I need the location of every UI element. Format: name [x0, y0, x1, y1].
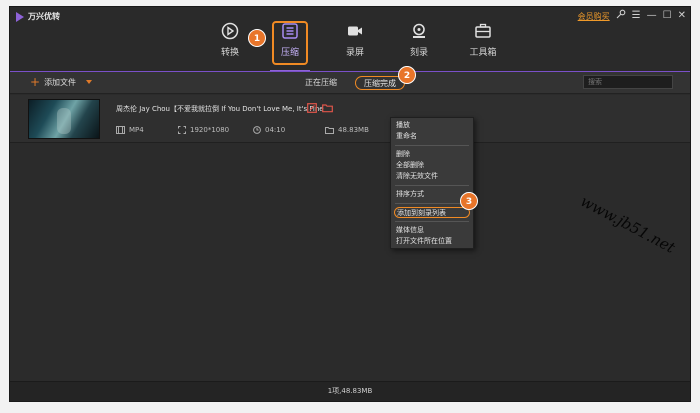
context-menu: 播放 重命名 删除 全部删除 清除无效文件 排序方式 添加到刻录列表 媒体信息 …	[390, 117, 474, 249]
menu-item-add-to-burn-list[interactable]: 添加到刻录列表	[394, 207, 470, 218]
folder-icon[interactable]	[322, 103, 333, 116]
file-format-value: MP4	[129, 126, 144, 134]
status-summary: 1项,48.83MB	[327, 387, 373, 395]
file-format: MP4	[116, 126, 144, 134]
menu-item-delete-all[interactable]: 全部删除	[391, 160, 473, 171]
chevron-down-icon[interactable]	[86, 80, 93, 84]
status-bar: 1项,48.83MB	[10, 381, 690, 401]
film-icon	[116, 126, 125, 134]
file-duration-value: 04:10	[265, 126, 286, 134]
step-badge-3: 3	[460, 192, 478, 210]
file-resolution: 1920*1080	[178, 126, 229, 134]
record-icon	[346, 21, 364, 41]
main-nav: 转换 压缩 录屏 刻录 工具箱	[10, 7, 690, 72]
title-bar: 万兴优转 会员购买 ☰ — ☐ ✕ 转换 压缩 录屏 刻录 工具箱	[10, 7, 690, 72]
burn-icon	[410, 21, 428, 41]
tab-compressed[interactable]: 压缩完成	[355, 76, 405, 90]
toolbox-icon	[474, 21, 492, 41]
menu-item-clear-invalid[interactable]: 清除无效文件	[391, 171, 473, 182]
nav-toolbox-label: 工具箱	[469, 48, 497, 58]
menu-item-media-info[interactable]: 媒体信息	[391, 225, 473, 236]
toolbar: + 添加文件 正在压缩 压缩完成	[10, 72, 690, 94]
convert-icon	[221, 21, 239, 41]
nav-convert-label: 转换	[220, 48, 239, 58]
step-badge-2: 2	[398, 66, 416, 84]
nav-toolbox[interactable]: 工具箱	[458, 21, 508, 61]
nav-record-label: 录屏	[345, 48, 364, 58]
clock-icon	[253, 126, 261, 134]
menu-item-rename[interactable]: 重命名	[391, 131, 473, 142]
plus-icon: +	[30, 75, 41, 89]
file-size-value: 48.83MB	[338, 126, 369, 134]
file-row[interactable]: 周杰伦 Jay Chou【不爱我就拉倒 If You Don't Love Me…	[10, 95, 690, 143]
file-size: 48.83MB	[325, 126, 369, 134]
file-resolution-value: 1920*1080	[190, 126, 230, 134]
nav-record[interactable]: 录屏	[330, 21, 380, 61]
menu-separator	[395, 185, 469, 186]
menu-item-play[interactable]: 播放	[391, 120, 473, 131]
resolution-icon	[178, 126, 186, 134]
file-duration: 04:10	[253, 126, 285, 134]
nav-burn-label: 刻录	[409, 48, 428, 58]
nav-burn[interactable]: 刻录	[394, 21, 444, 61]
menu-item-open-location[interactable]: 打开文件所在位置	[391, 236, 473, 247]
menu-item-delete[interactable]: 删除	[391, 149, 473, 160]
menu-separator	[395, 203, 469, 204]
add-file-button[interactable]: + 添加文件	[30, 75, 93, 89]
tab-compressing[interactable]: 正在压缩	[297, 76, 345, 90]
file-list-empty-area	[10, 144, 690, 382]
file-name: 周杰伦 Jay Chou【不爱我就拉倒 If You Don't Love Me…	[116, 105, 324, 113]
folder-small-icon	[325, 127, 334, 134]
video-thumbnail[interactable]	[28, 99, 100, 139]
edit-icon[interactable]	[307, 103, 317, 116]
step-badge-1: 1	[248, 29, 266, 47]
search-input[interactable]	[583, 75, 673, 89]
menu-item-sort-label: 排序方式	[396, 190, 424, 198]
active-tab-highlight	[272, 21, 308, 65]
nav-convert[interactable]: 转换	[205, 21, 255, 61]
add-file-label: 添加文件	[44, 77, 77, 87]
menu-separator	[395, 221, 469, 222]
menu-separator	[395, 145, 469, 146]
